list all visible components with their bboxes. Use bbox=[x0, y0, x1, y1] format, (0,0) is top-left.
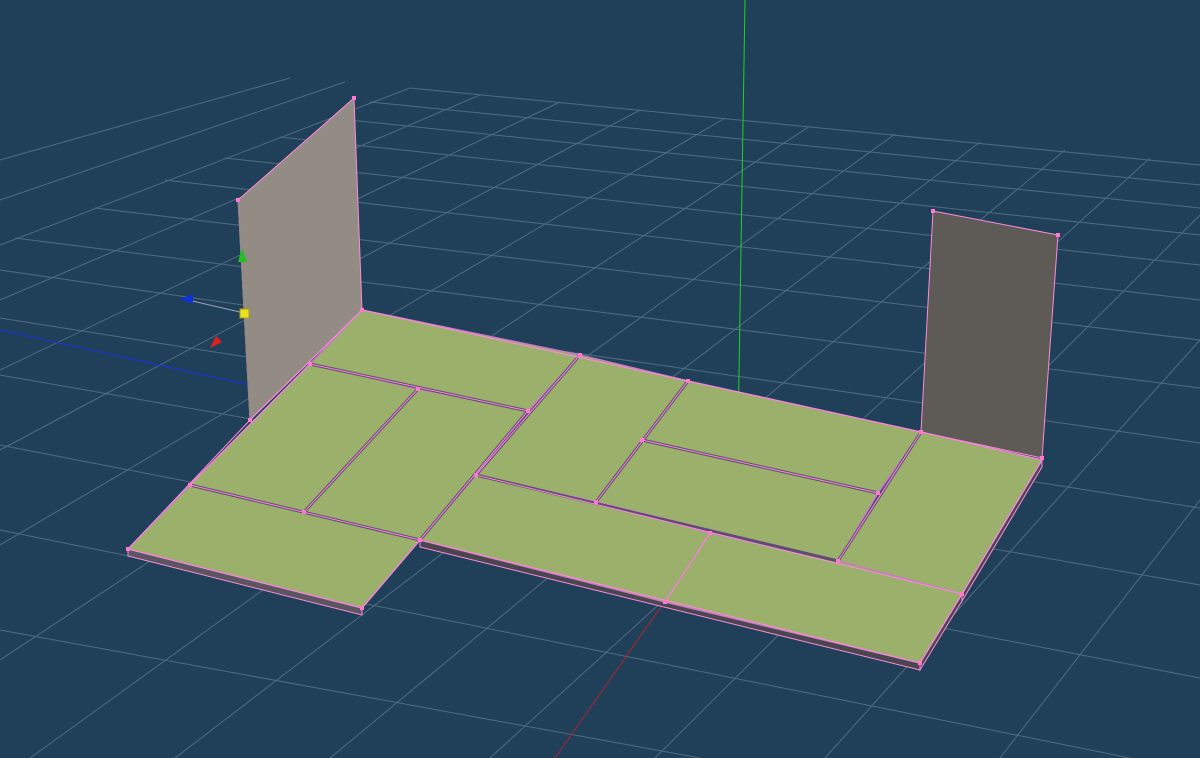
vertex-handle[interactable] bbox=[188, 483, 192, 487]
vertex-handle[interactable] bbox=[640, 438, 644, 442]
vertex-handle[interactable] bbox=[578, 353, 582, 357]
vertex-handle[interactable] bbox=[836, 559, 840, 563]
vertex-handle[interactable] bbox=[474, 473, 478, 477]
move-z-arrow-icon[interactable] bbox=[180, 294, 193, 304]
vertex-handle[interactable] bbox=[919, 430, 923, 434]
vertex-handle[interactable] bbox=[248, 418, 252, 422]
3d-viewport[interactable] bbox=[0, 0, 1200, 758]
vertex-handle[interactable] bbox=[126, 547, 130, 551]
vertex-handle[interactable] bbox=[352, 96, 356, 100]
viewport-canvas[interactable] bbox=[0, 0, 1200, 758]
right-wall[interactable] bbox=[920, 210, 1059, 459]
vertex-handle[interactable] bbox=[918, 661, 922, 665]
vertex-handle[interactable] bbox=[308, 362, 312, 366]
vertex-handle[interactable] bbox=[360, 606, 364, 610]
vertex-handle[interactable] bbox=[708, 531, 712, 535]
gizmo-center-handle-icon[interactable] bbox=[239, 308, 250, 319]
vertex-handle[interactable] bbox=[302, 510, 306, 514]
vertex-handle[interactable] bbox=[663, 600, 667, 604]
vertex-handle[interactable] bbox=[1040, 456, 1044, 460]
vertex-handle[interactable] bbox=[236, 198, 240, 202]
vertex-handle[interactable] bbox=[526, 409, 530, 413]
vertex-handle[interactable] bbox=[1056, 233, 1060, 237]
vertex-handle[interactable] bbox=[686, 379, 690, 383]
vertex-handle[interactable] bbox=[416, 387, 420, 391]
vertex-handle[interactable] bbox=[418, 538, 422, 542]
vertex-handle[interactable] bbox=[876, 491, 880, 495]
vertex-handle[interactable] bbox=[931, 209, 935, 213]
vertex-handle[interactable] bbox=[960, 592, 964, 596]
vertex-handle[interactable] bbox=[594, 500, 598, 504]
vertex-handle[interactable] bbox=[360, 308, 364, 312]
